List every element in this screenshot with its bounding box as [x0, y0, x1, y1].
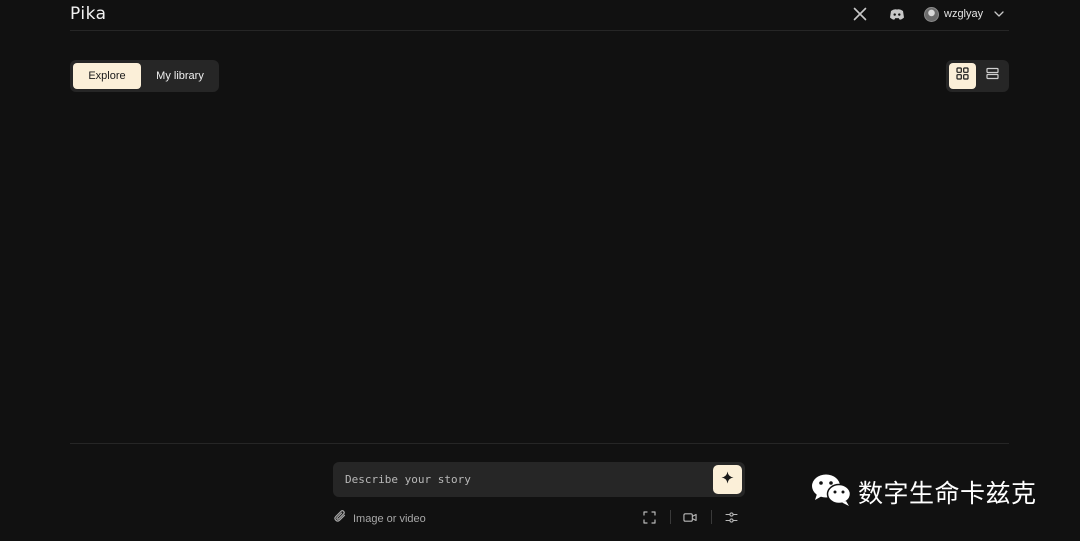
grid-view-button[interactable]	[949, 63, 976, 89]
prompt-input[interactable]	[333, 462, 703, 497]
video-camera-icon[interactable]	[683, 510, 697, 524]
watermark-text: 数字生命卡兹克	[858, 479, 1037, 508]
chevron-down-icon	[994, 11, 1004, 17]
tool-separator	[711, 510, 712, 524]
wechat-watermark: 数字生命卡兹克	[810, 472, 1037, 512]
pika-app: Pika wzglyay Explore My library Describe…	[0, 0, 1080, 541]
discord-icon[interactable]	[889, 6, 905, 22]
tab-explore[interactable]: Explore	[73, 63, 141, 89]
tool-separator	[670, 510, 671, 524]
attach-label: Image or video	[353, 512, 426, 525]
wechat-icon	[810, 472, 854, 513]
top-header: Pika wzglyay	[70, 0, 1009, 31]
prompt-bar	[333, 462, 745, 497]
prompt-tools: Image or video	[333, 507, 745, 527]
sparkle-icon	[721, 471, 734, 489]
rows-icon	[986, 67, 999, 85]
sliders-icon[interactable]	[724, 510, 738, 524]
user-menu[interactable]: wzglyay	[924, 5, 1004, 23]
grid-icon	[956, 67, 969, 85]
list-view-button[interactable]	[979, 63, 1006, 89]
paperclip-icon	[333, 509, 347, 528]
attach-button[interactable]: Image or video	[333, 509, 426, 528]
layout-toggle	[946, 60, 1009, 92]
view-tabs: Explore My library	[70, 60, 219, 92]
username: wzglyay	[944, 8, 984, 20]
footer-divider	[70, 443, 1009, 444]
avatar	[924, 6, 939, 22]
generate-button[interactable]	[713, 465, 742, 494]
x-twitter-icon[interactable]	[852, 6, 868, 22]
aspect-ratio-icon[interactable]	[642, 510, 656, 524]
tab-my-library[interactable]: My library	[144, 63, 216, 89]
pika-logo[interactable]: Pika	[70, 4, 107, 24]
